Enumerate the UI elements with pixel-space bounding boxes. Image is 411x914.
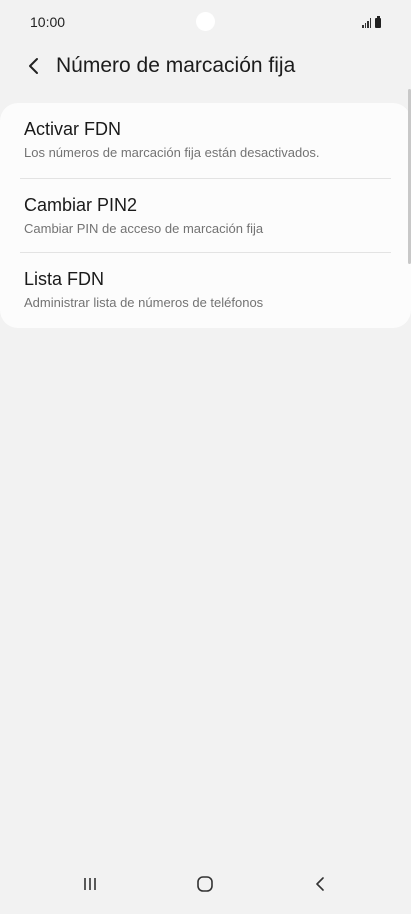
app-header: Número de marcación fija: [0, 44, 411, 88]
page-title: Número de marcación fija: [56, 54, 296, 77]
home-icon: [197, 876, 213, 892]
back-button[interactable]: [20, 52, 48, 80]
settings-card: Activar FDN Los números de marcación fij…: [0, 103, 411, 328]
setting-item-cambiar-pin2[interactable]: Cambiar PIN2 Cambiar PIN de acceso de ma…: [24, 195, 391, 236]
setting-subtitle: Administrar lista de números de teléfono…: [24, 295, 264, 310]
nav-back-button[interactable]: [300, 868, 340, 900]
navigation-bar: [0, 854, 411, 914]
setting-title: Lista FDN: [24, 269, 105, 289]
chevron-left-icon: [29, 58, 38, 74]
status-bar: 10:00: [0, 0, 411, 44]
recent-apps-button[interactable]: [70, 868, 110, 900]
setting-item-lista-fdn[interactable]: Lista FDN Administrar lista de números d…: [24, 269, 391, 310]
setting-subtitle: Los números de marcación fija están desa…: [24, 145, 320, 160]
back-icon: [316, 877, 324, 891]
status-icons: [362, 14, 381, 28]
signal-icon: [362, 18, 371, 28]
divider: [20, 252, 391, 253]
setting-subtitle: Cambiar PIN de acceso de marcación fija: [24, 221, 264, 236]
setting-title: Cambiar PIN2: [24, 195, 138, 215]
recent-apps-icon: [84, 878, 96, 890]
home-button[interactable]: [185, 868, 225, 900]
camera-cutout: [196, 12, 215, 31]
setting-title: Activar FDN: [24, 119, 122, 139]
status-time: 10:00: [30, 14, 66, 30]
battery-icon: [375, 16, 381, 28]
divider: [20, 178, 391, 179]
setting-item-activar-fdn[interactable]: Activar FDN Los números de marcación fij…: [24, 119, 391, 160]
